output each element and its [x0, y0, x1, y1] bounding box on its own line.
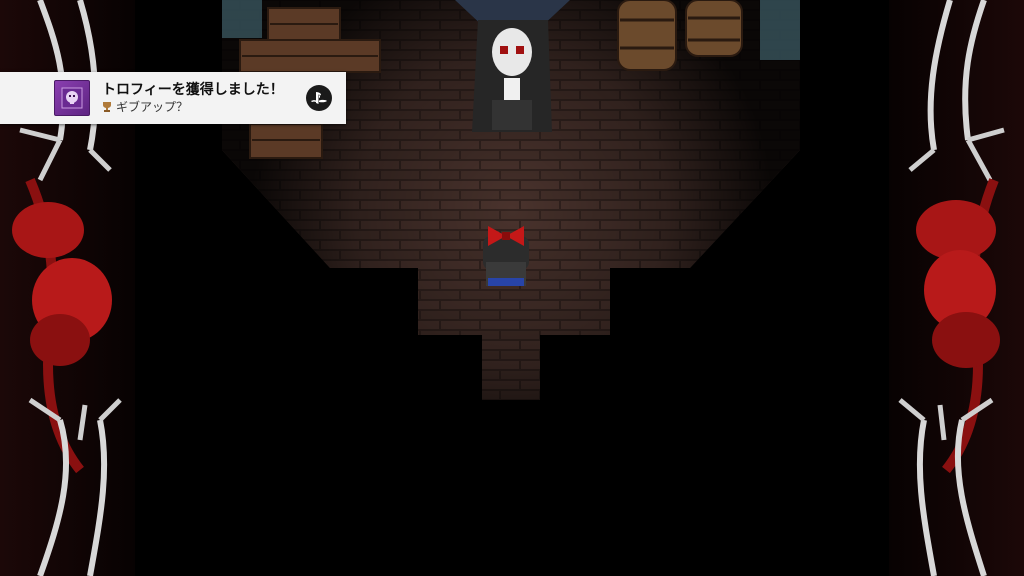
trophy-notification[interactable]: トロフィーを獲得しました！ ギブアップ？ [0, 72, 346, 124]
trophy-title: トロフィーを獲得しました！ [102, 82, 284, 98]
player-character [483, 226, 529, 286]
playstation-logo-icon [306, 85, 332, 111]
trophy-skull-icon [54, 80, 90, 116]
trophy-name: ギブアップ？ [116, 100, 189, 114]
right-frame-border [889, 0, 1024, 576]
bronze-cup-icon [103, 102, 111, 112]
trophy-subtitle: ギブアップ？ [102, 99, 306, 115]
